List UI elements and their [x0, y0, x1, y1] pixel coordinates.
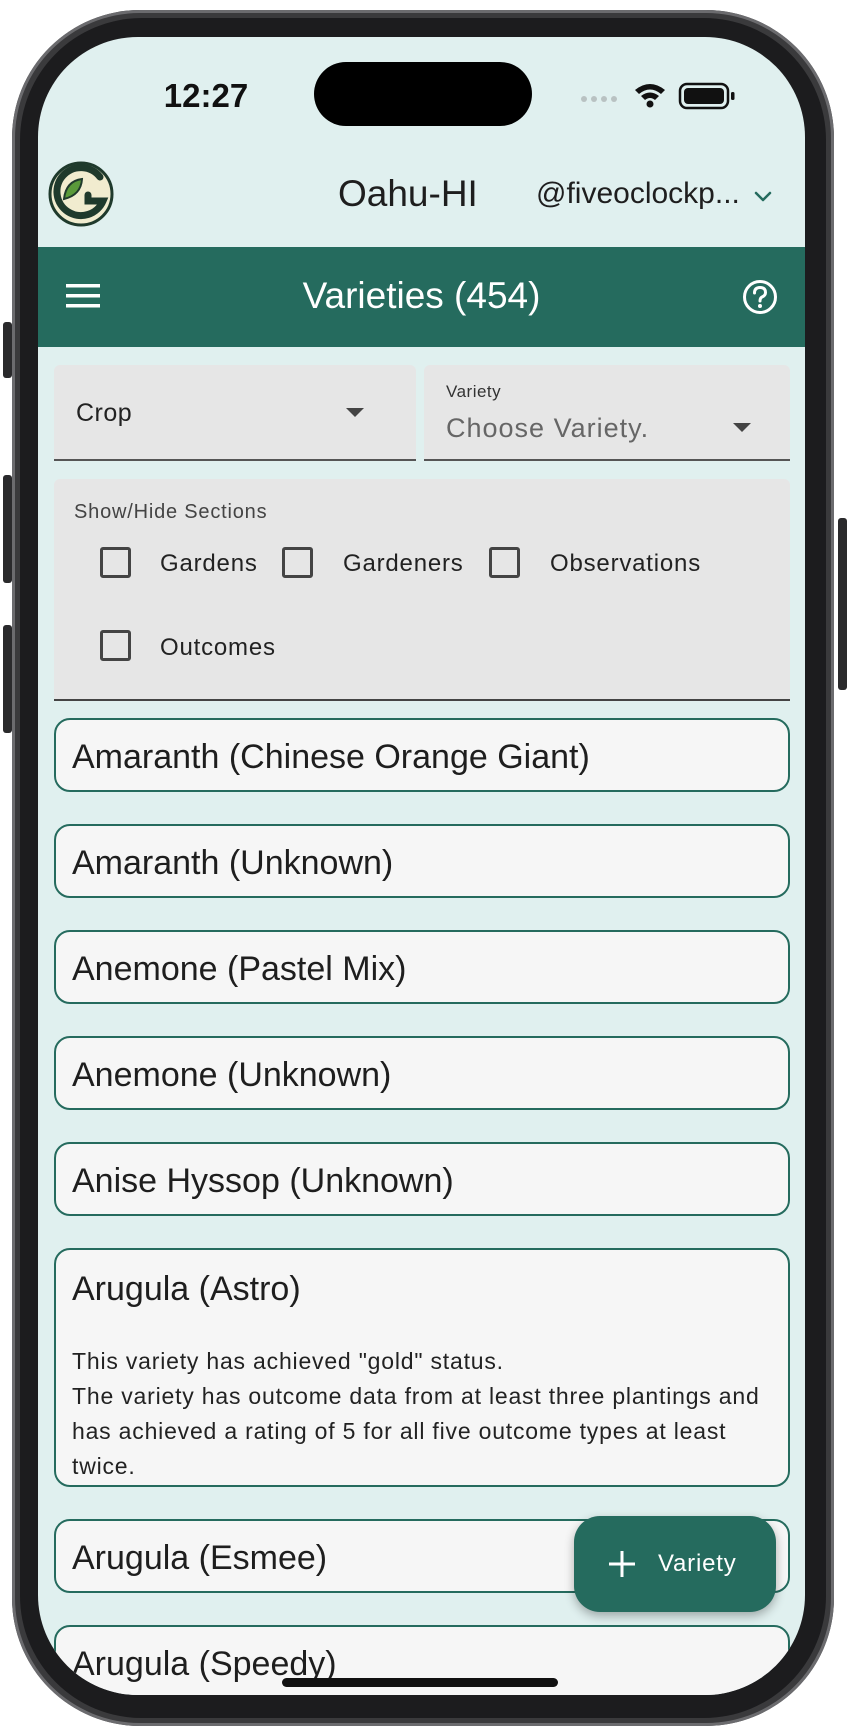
- variety-card[interactable]: Amaranth (Unknown): [54, 824, 790, 898]
- volume-down-button: [3, 625, 12, 733]
- dropdown-arrow-icon: [733, 423, 751, 432]
- variety-card[interactable]: Anemone (Pastel Mix): [54, 930, 790, 1004]
- observations-checkbox[interactable]: [489, 547, 520, 578]
- gardeners-checkbox-label[interactable]: Gardeners: [343, 550, 464, 578]
- observations-checkbox-label[interactable]: Observations: [550, 550, 701, 578]
- show-hide-sections: Show/Hide Sections Gardens Gardeners Obs…: [54, 479, 790, 701]
- gardenhub-logo-icon[interactable]: [48, 161, 114, 227]
- variety-name: Amaranth (Chinese Orange Giant): [72, 738, 590, 776]
- variety-name: Anise Hyssop (Unknown): [72, 1162, 454, 1200]
- app-bar: Varieties (454): [38, 247, 805, 347]
- home-indicator[interactable]: [282, 1678, 558, 1687]
- battery-icon: [678, 82, 735, 110]
- gardens-checkbox[interactable]: [100, 547, 131, 578]
- gold-status-description: This variety has achieved "gold" status.…: [72, 1344, 780, 1484]
- crop-select[interactable]: Crop: [54, 365, 416, 461]
- cellular-signal-icon: [581, 96, 617, 102]
- volume-up-button: [3, 475, 12, 583]
- variety-card[interactable]: Anemone (Unknown): [54, 1036, 790, 1110]
- variety-card-gold[interactable]: Arugula (Astro) This variety has achieve…: [54, 1248, 790, 1487]
- account-name[interactable]: @fiveoclockp...: [536, 177, 740, 211]
- variety-card[interactable]: Anise Hyssop (Unknown): [54, 1142, 790, 1216]
- gold-status-detail: The variety has outcome data from at lea…: [72, 1383, 760, 1479]
- action-button: [3, 322, 12, 378]
- gardeners-checkbox[interactable]: [282, 547, 313, 578]
- outcomes-checkbox[interactable]: [100, 630, 131, 661]
- plus-icon: [608, 1550, 636, 1578]
- dynamic-island: [314, 62, 532, 126]
- gardens-checkbox-label[interactable]: Gardens: [160, 550, 258, 578]
- variety-name: Arugula (Esmee): [72, 1539, 328, 1577]
- status-icons: [580, 81, 780, 111]
- variety-card[interactable]: Amaranth (Chinese Orange Giant): [54, 718, 790, 792]
- status-indicators: [581, 82, 735, 110]
- sections-label: Show/Hide Sections: [74, 501, 268, 523]
- help-circle-icon[interactable]: [742, 279, 778, 315]
- outcomes-checkbox-label[interactable]: Outcomes: [160, 634, 276, 662]
- variety-name: Anemone (Unknown): [72, 1056, 392, 1094]
- variety-name: Arugula (Astro): [72, 1270, 301, 1308]
- variety-select[interactable]: Variety Choose Variety.: [424, 365, 790, 461]
- chevron-down-icon[interactable]: [752, 185, 774, 207]
- gold-status-line: This variety has achieved "gold" status.: [72, 1348, 504, 1374]
- dropdown-arrow-icon: [346, 408, 364, 417]
- add-variety-label: Variety: [658, 1550, 737, 1577]
- crop-select-value: Crop: [76, 399, 133, 427]
- app-screen: 12:27 Oahu-HI @fiveoclockp... Varieties …: [38, 37, 805, 1695]
- variety-select-placeholder: Choose Variety.: [446, 413, 650, 443]
- variety-name: Amaranth (Unknown): [72, 844, 394, 882]
- page-title: Varieties (454): [302, 275, 541, 316]
- power-button: [838, 518, 847, 690]
- variety-name: Anemone (Pastel Mix): [72, 950, 407, 988]
- wifi-icon: [635, 84, 665, 108]
- add-variety-button[interactable]: Variety: [574, 1516, 776, 1612]
- status-time: 12:27: [163, 77, 249, 114]
- variety-select-label: Variety: [446, 382, 502, 401]
- region-name[interactable]: Oahu-HI: [338, 173, 478, 215]
